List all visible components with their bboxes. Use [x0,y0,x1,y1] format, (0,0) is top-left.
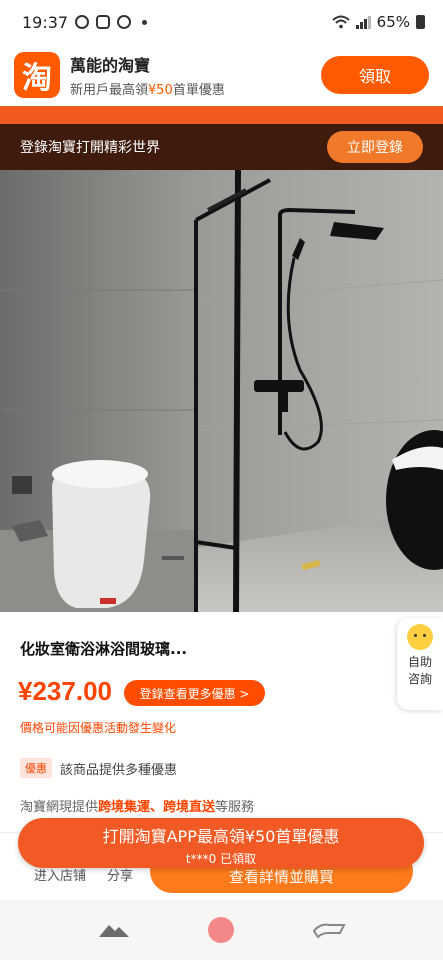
instagram-icon [75,15,90,29]
open-app-sub: t***0 已領取 [185,852,257,866]
notification-dot-icon [142,19,148,25]
app-name: 萬能的淘寶 [70,56,151,75]
enter-shop-label: 进入店铺 [33,869,86,884]
service-before: 淘寶網現提供 [20,800,99,815]
app-promo-amount: ¥50 [148,83,173,98]
battery-percent: 65% [376,13,410,31]
product-title[interactable]: 化妝室衛浴淋浴間玻璃... [20,638,187,659]
drive-icon [117,15,132,29]
service-after: 等服務 [215,800,255,815]
system-nav-bar [0,900,443,960]
customer-service-float[interactable]: 自助咨詢 [397,618,443,710]
product-price: ¥237.00 [18,676,112,706]
product-image[interactable] [0,170,443,612]
status-right: 65% [331,13,425,31]
back-icon [312,923,346,939]
service-highlight: 跨境集運、跨境直送 [98,800,216,815]
promo-row[interactable]: 優惠 該商品提供多種優惠 [20,758,177,778]
app-banner[interactable]: 淘 萬能的淘寶 新用戶最高領¥50首單優惠 領取 [0,44,443,106]
login-button[interactable]: 立即登錄 [327,131,423,163]
gallery-icon [96,15,111,29]
app-banner-text: 萬能的淘寶 新用戶最高領¥50首單優惠 [70,52,225,98]
service-avatar-icon [407,624,433,650]
login-prompt: 登錄淘寶打開精彩世界 [20,140,160,156]
app-promo-after: 首單優惠 [172,83,225,98]
home-icon [208,917,235,943]
price-note: 價格可能因優惠活動發生變化 [20,721,177,735]
taobao-logo-icon: 淘 [14,52,60,98]
nav-recents-button[interactable] [94,910,134,950]
status-time: 19:37 [22,12,69,32]
promo-tag: 優惠 [20,758,52,778]
orange-divider [0,106,443,124]
more-offers-button[interactable]: 登錄查看更多優惠 > [124,680,265,706]
nav-back-button[interactable] [309,910,349,950]
open-app-button[interactable]: 打開淘寶APP最高領¥50首單優惠 t***0 已領取 [18,818,424,868]
wifi-icon [331,15,350,29]
open-app-title: 打開淘寶APP最高領¥50首單優惠 [102,827,340,846]
promo-text: 該商品提供多種優惠 [60,762,178,778]
app-promo: 新用戶最高領¥50首單優惠 [70,79,225,98]
status-left: 19:37 [22,12,148,32]
shower-room-photo [0,170,443,612]
login-bar: 登錄淘寶打開精彩世界 立即登錄 [0,124,443,170]
signal-icon [355,15,371,29]
battery-icon [416,15,425,29]
nav-home-button[interactable] [201,910,241,950]
service-row: 淘寶網現提供跨境集運、跨境直送等服務 [20,796,254,815]
status-bar: 19:37 65% [0,0,443,44]
app-promo-before: 新用戶最高領 [70,83,149,98]
share-label: 分享 [106,869,133,884]
mountain-recents-icon [98,925,129,937]
claim-button[interactable]: 領取 [321,56,429,94]
customer-service-label: 自助咨詢 [407,655,432,686]
